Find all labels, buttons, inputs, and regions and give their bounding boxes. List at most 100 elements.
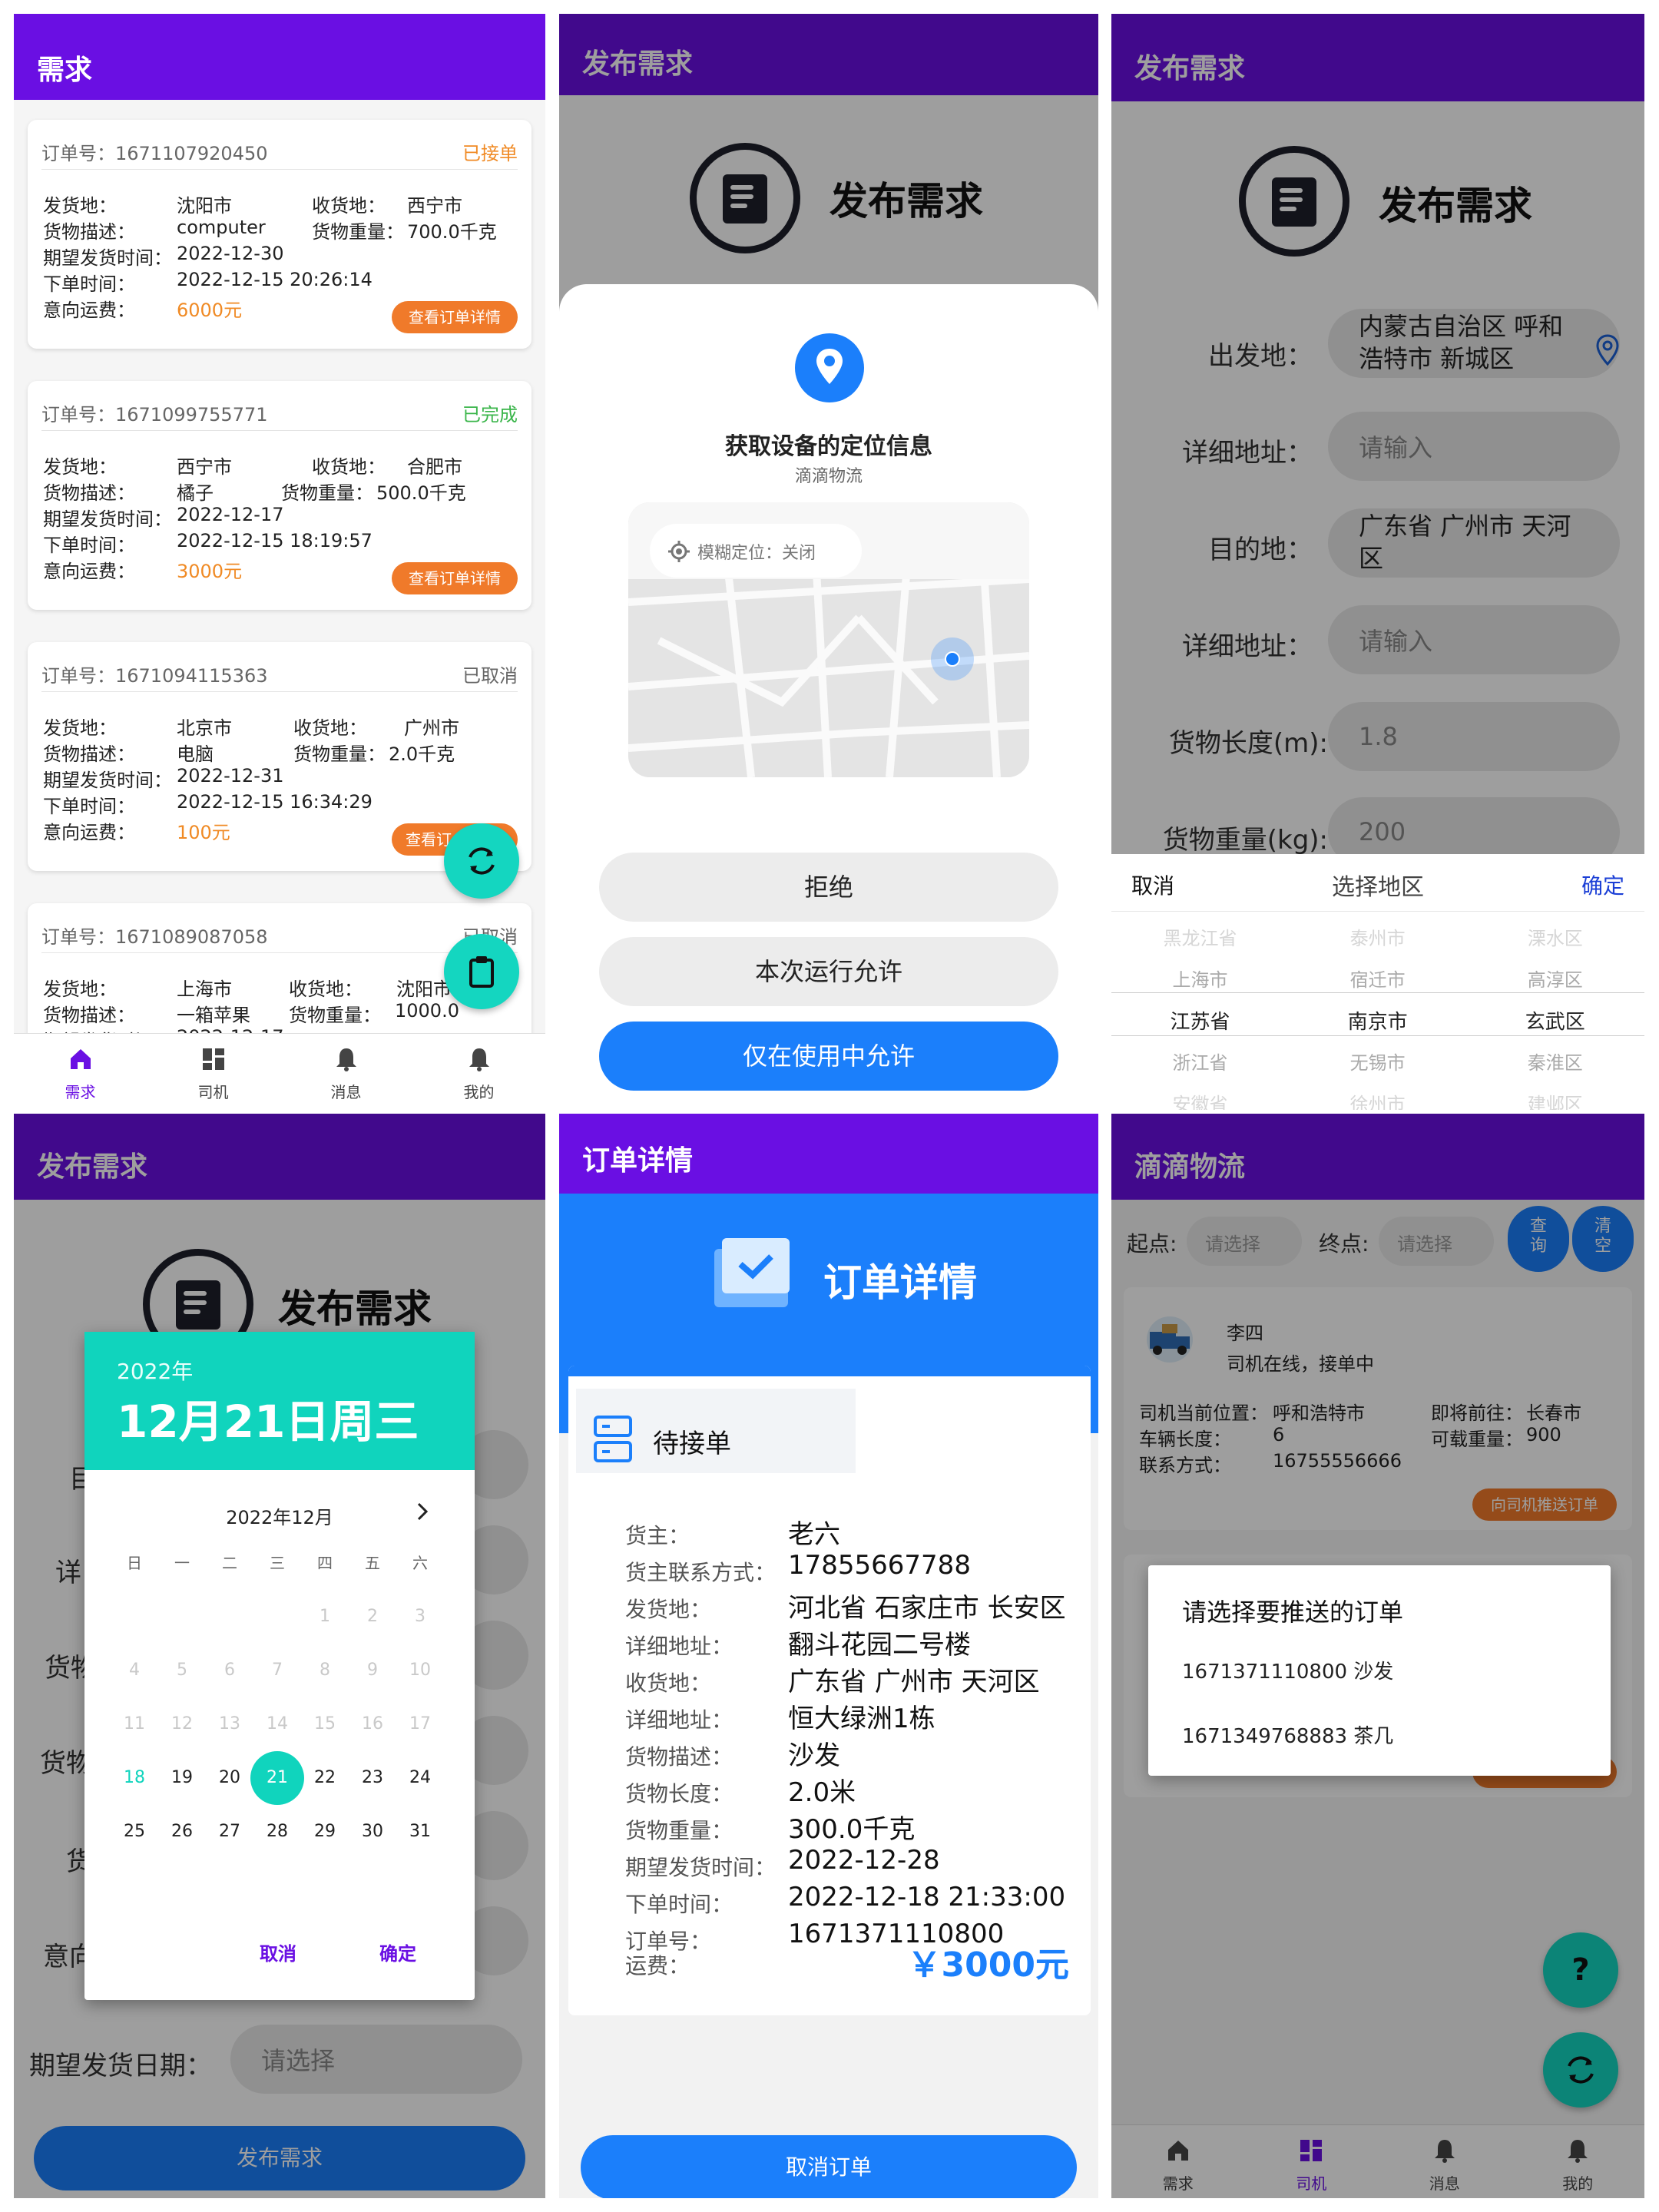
app-bar: 需求 [14, 14, 545, 100]
current-location-dot [931, 637, 974, 680]
order-option[interactable]: 1671349768883 茶几 [1182, 1720, 1393, 1749]
tab-label: 需求 [65, 1083, 96, 1101]
view-detail-button[interactable]: 查看订单详情 [392, 562, 518, 594]
day-cell[interactable]: 4 [111, 1647, 158, 1694]
tab-messages[interactable]: 消息 [280, 1034, 412, 1110]
server-icon [594, 1416, 632, 1462]
desc-value: 一箱苹果 [177, 1005, 250, 1026]
region-picker: 取消 选择地区 确定 黑龙江省 泰州市 溧水区 上海市 宿迁市 高淳区 江苏省 南京市 玄武… [1111, 854, 1644, 1110]
desc-label: 货物描述： [43, 1005, 135, 1026]
day-cell[interactable]: 18 [111, 1754, 158, 1802]
detail-value: 沙发 [788, 1740, 840, 1771]
expected-value: 2022-12-31 [177, 765, 284, 786]
day-cell[interactable]: 20 [206, 1754, 253, 1802]
date-ok-button[interactable]: 确定 [379, 1939, 416, 1965]
expected-value: 2022-12-30 [177, 243, 284, 264]
fuzzy-location-chip[interactable]: 模糊定位：关闭 [650, 524, 862, 578]
from-value: 北京市 [177, 717, 232, 739]
selected-year[interactable]: 2022年 [117, 1355, 193, 1386]
day-cell[interactable]: 10 [396, 1647, 444, 1694]
tab-me[interactable]: 我的 [412, 1034, 545, 1110]
detail-value: 2022-12-28 [788, 1845, 940, 1876]
day-cell[interactable]: 14 [253, 1700, 301, 1748]
order-option[interactable]: 1671371110800 沙发 [1182, 1656, 1393, 1684]
desc-label: 货物描述： [43, 221, 135, 243]
to-value: 广州市 [404, 717, 459, 739]
weight-value: 2.0千克 [389, 743, 455, 765]
weekday-label: 一 [174, 1554, 190, 1572]
to-label: 收货地： [293, 717, 367, 739]
day-cell[interactable]: 17 [396, 1700, 444, 1748]
day-cell[interactable]: 30 [349, 1808, 396, 1856]
allow-while-using-button[interactable]: 仅在使用中允许 [599, 1022, 1058, 1091]
day-cell[interactable]: 24 [396, 1754, 444, 1802]
detail-value: 300.0千克 [788, 1814, 916, 1845]
refresh-button[interactable] [444, 823, 519, 899]
desc-value: 电脑 [177, 743, 214, 765]
day-cell[interactable]: 6 [206, 1647, 253, 1694]
detail-label: 下单时间： [625, 1892, 733, 1917]
day-cell[interactable]: 7 [253, 1647, 301, 1694]
order-card[interactable]: 订单号：1671107920450 已接单 发货地： 沈阳市 收货地： 西宁市 … [28, 120, 531, 349]
tab-demand[interactable]: 需求 [14, 1034, 147, 1110]
dialog-title: 请选择要推送的订单 [1182, 1598, 1404, 1627]
deny-button[interactable]: 拒绝 [599, 853, 1058, 922]
day-cell[interactable]: 25 [111, 1808, 158, 1856]
to-value: 西宁市 [407, 195, 462, 217]
day-cell[interactable]: 11 [111, 1700, 158, 1748]
order-status: 已完成 [462, 404, 518, 426]
day-cell[interactable]: 19 [158, 1754, 206, 1802]
chevron-right-icon[interactable] [412, 1501, 433, 1522]
tab-driver[interactable]: 司机 [147, 1034, 280, 1110]
order-status: 已接单 [462, 143, 518, 164]
day-cell[interactable]: 29 [301, 1808, 349, 1856]
day-cell[interactable]: 1 [301, 1593, 349, 1641]
day-cell[interactable]: 2 [349, 1593, 396, 1641]
publish-form-region-picker: 发布需求 发布需求 出发地： 内蒙古自治区 呼和浩特市 新城区 详细地址： 请输… [1111, 14, 1644, 1110]
dialog-subtitle: 滴滴物流 [794, 467, 863, 486]
cancel-order-button[interactable]: 取消订单 [581, 2135, 1077, 2198]
day-cell[interactable]: 16 [349, 1700, 396, 1748]
detail-value: 老六 [788, 1519, 840, 1550]
order-status: 已取消 [462, 665, 518, 687]
day-cell[interactable]: 12 [158, 1700, 206, 1748]
day-cell[interactable]: 13 [206, 1700, 253, 1748]
clipboard-button[interactable] [444, 934, 519, 1009]
picker-confirm-button[interactable]: 确定 [1581, 869, 1624, 900]
day-cell[interactable]: 28 [253, 1808, 301, 1856]
expected-value: 2022-12-17 [177, 504, 284, 525]
view-detail-button[interactable]: 查看订单详情 [392, 301, 518, 333]
day-cell[interactable]: 23 [349, 1754, 396, 1802]
weight-value: 700.0千克 [407, 221, 497, 243]
order-id: 订单号：1671094115363 [41, 665, 268, 687]
day-cell[interactable]: 26 [158, 1808, 206, 1856]
day-cell[interactable]: 5 [158, 1647, 206, 1694]
desc-value: computer [177, 217, 266, 238]
day-cell[interactable]: 21 [250, 1751, 304, 1805]
day-cell[interactable]: 9 [349, 1647, 396, 1694]
date-cancel-button[interactable]: 取消 [260, 1939, 296, 1965]
allow-once-button[interactable]: 本次运行允许 [599, 937, 1058, 1006]
day-cell[interactable]: 22 [301, 1754, 349, 1802]
day-cell[interactable]: 15 [301, 1700, 349, 1748]
detail-label: 发货地： [625, 1597, 712, 1622]
day-cell[interactable]: 27 [206, 1808, 253, 1856]
day-cell[interactable]: 8 [301, 1647, 349, 1694]
from-value: 西宁市 [177, 456, 232, 478]
day-cell[interactable]: 31 [396, 1808, 444, 1856]
day-cell[interactable]: 3 [396, 1593, 444, 1641]
date-picker-header: 2022年 12月21日周三 [84, 1332, 475, 1470]
order-card[interactable]: 订单号：1671099755771 已完成 发货地： 西宁市 收货地： 合肥市 … [28, 381, 531, 610]
tab-label: 司机 [197, 1083, 229, 1101]
detail-label: 货物描述： [625, 1744, 733, 1770]
expected-label: 期望发货时间： [43, 247, 172, 269]
driver-list-screen: 滴滴物流 起点: 请选择 终点: 请选择 查询 清空 李四 司机在线，接单中 司… [1111, 1114, 1644, 2198]
from-label: 发货地： [43, 717, 117, 739]
bell-icon [336, 1048, 356, 1071]
order-status: 待接单 [653, 1429, 731, 1459]
from-label: 发货地： [43, 979, 117, 1000]
location-pin-icon [795, 333, 864, 402]
to-label: 收货地： [289, 979, 363, 1000]
weight-label: 货物重量： [289, 1005, 381, 1026]
picker-title: 选择地区 [1332, 874, 1424, 901]
